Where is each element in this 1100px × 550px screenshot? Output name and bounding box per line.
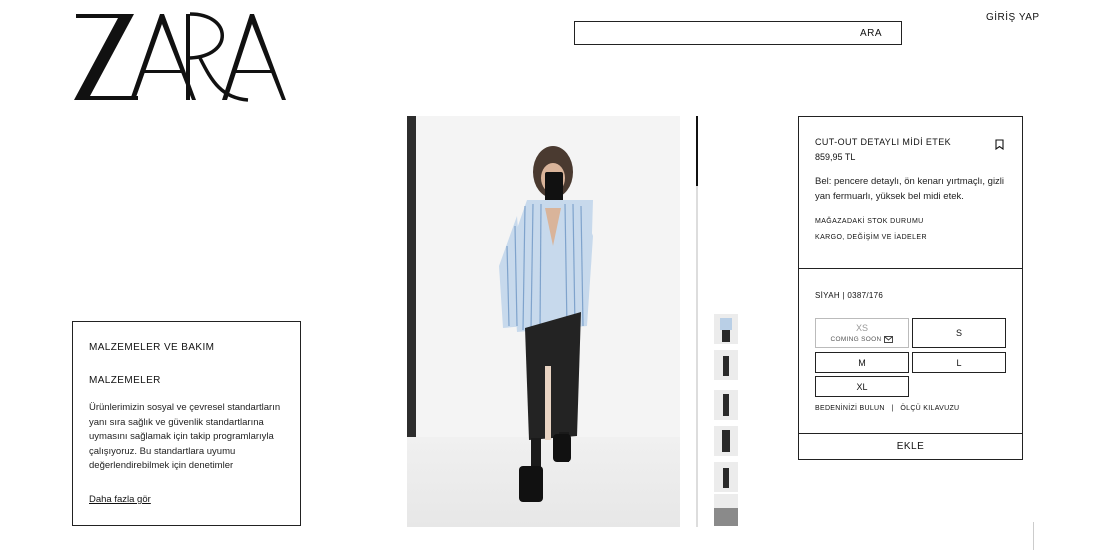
size-label: L bbox=[956, 357, 962, 368]
guide-separator: | bbox=[891, 405, 894, 412]
zara-logo[interactable] bbox=[72, 12, 288, 102]
login-link[interactable]: GİRİŞ YAP bbox=[986, 12, 1040, 23]
model-figure bbox=[499, 146, 593, 502]
product-main-image[interactable] bbox=[407, 116, 680, 527]
color-reference: SİYAH | 0387/176 bbox=[815, 291, 884, 300]
size-label: S bbox=[955, 328, 962, 338]
materials-care-heading: MALZEMELER VE BAKIM bbox=[89, 342, 215, 353]
shipping-returns-link[interactable]: KARGO, DEĞİŞİM VE İADELER bbox=[815, 234, 1006, 241]
coming-soon-note: COMING SOON bbox=[831, 336, 894, 343]
search-button[interactable]: ARA bbox=[841, 28, 901, 39]
thumbnail-6[interactable] bbox=[714, 494, 738, 526]
size-option-m[interactable]: M bbox=[815, 352, 909, 373]
store-stock-link[interactable]: MAĞAZADAKİ STOK DURUMU bbox=[815, 218, 1006, 225]
thumbnail-strip bbox=[714, 314, 738, 526]
gallery-scroll-track[interactable] bbox=[696, 116, 698, 527]
size-option-s[interactable]: S bbox=[912, 318, 1006, 348]
mail-icon[interactable] bbox=[884, 336, 894, 343]
gallery-scroll-indicator[interactable] bbox=[696, 116, 698, 186]
thumbnail-2[interactable] bbox=[714, 350, 738, 380]
search-bar: ARA bbox=[574, 21, 902, 45]
thumbnail-4[interactable] bbox=[714, 426, 738, 456]
size-label: XL bbox=[856, 381, 868, 392]
size-guides: BEDENİNİZİ BULUN | ÖLÇÜ KILAVUZU bbox=[815, 405, 959, 412]
size-option-xs[interactable]: XS COMING SOON bbox=[815, 318, 909, 348]
page-scrollbar[interactable] bbox=[1033, 522, 1034, 550]
add-to-cart-button[interactable]: EKLE bbox=[798, 433, 1023, 460]
size-selector-panel: SİYAH | 0387/176 XS COMING SOON S M L XL… bbox=[798, 268, 1023, 434]
find-your-size-link[interactable]: BEDENİNİZİ BULUN bbox=[815, 405, 885, 412]
search-input[interactable] bbox=[575, 22, 841, 44]
size-option-xl[interactable]: XL bbox=[815, 376, 909, 397]
product-description: Bel: pencere detaylı, ön kenarı yırtmaçl… bbox=[815, 176, 1005, 202]
zara-logo-mark bbox=[74, 12, 286, 102]
product-price: 859,95 TL bbox=[815, 152, 856, 162]
size-guide-link[interactable]: ÖLÇÜ KILAVUZU bbox=[900, 405, 959, 412]
size-option-l[interactable]: L bbox=[912, 352, 1006, 373]
size-label: M bbox=[858, 357, 866, 368]
see-more-link[interactable]: Daha fazla gör bbox=[89, 494, 151, 505]
coming-soon-text: COMING SOON bbox=[830, 336, 882, 343]
thumbnail-3[interactable] bbox=[714, 390, 738, 420]
bookmark-icon[interactable] bbox=[995, 139, 1004, 150]
materials-care-panel: MALZEMELER VE BAKIM MALZEMELER Ürünlerim… bbox=[72, 321, 301, 526]
thumbnail-1[interactable] bbox=[714, 314, 738, 344]
size-label: XS bbox=[855, 323, 868, 333]
materials-subheading: MALZEMELER bbox=[89, 375, 161, 386]
product-info-panel: CUT-OUT DETAYLI MİDİ ETEK 859,95 TL Bel:… bbox=[798, 116, 1023, 269]
product-title: CUT-OUT DETAYLI MİDİ ETEK bbox=[815, 137, 952, 147]
thumbnail-5[interactable] bbox=[714, 462, 738, 492]
materials-body-text: Ürünlerimizin sosyal ve çevresel standar… bbox=[89, 402, 281, 471]
